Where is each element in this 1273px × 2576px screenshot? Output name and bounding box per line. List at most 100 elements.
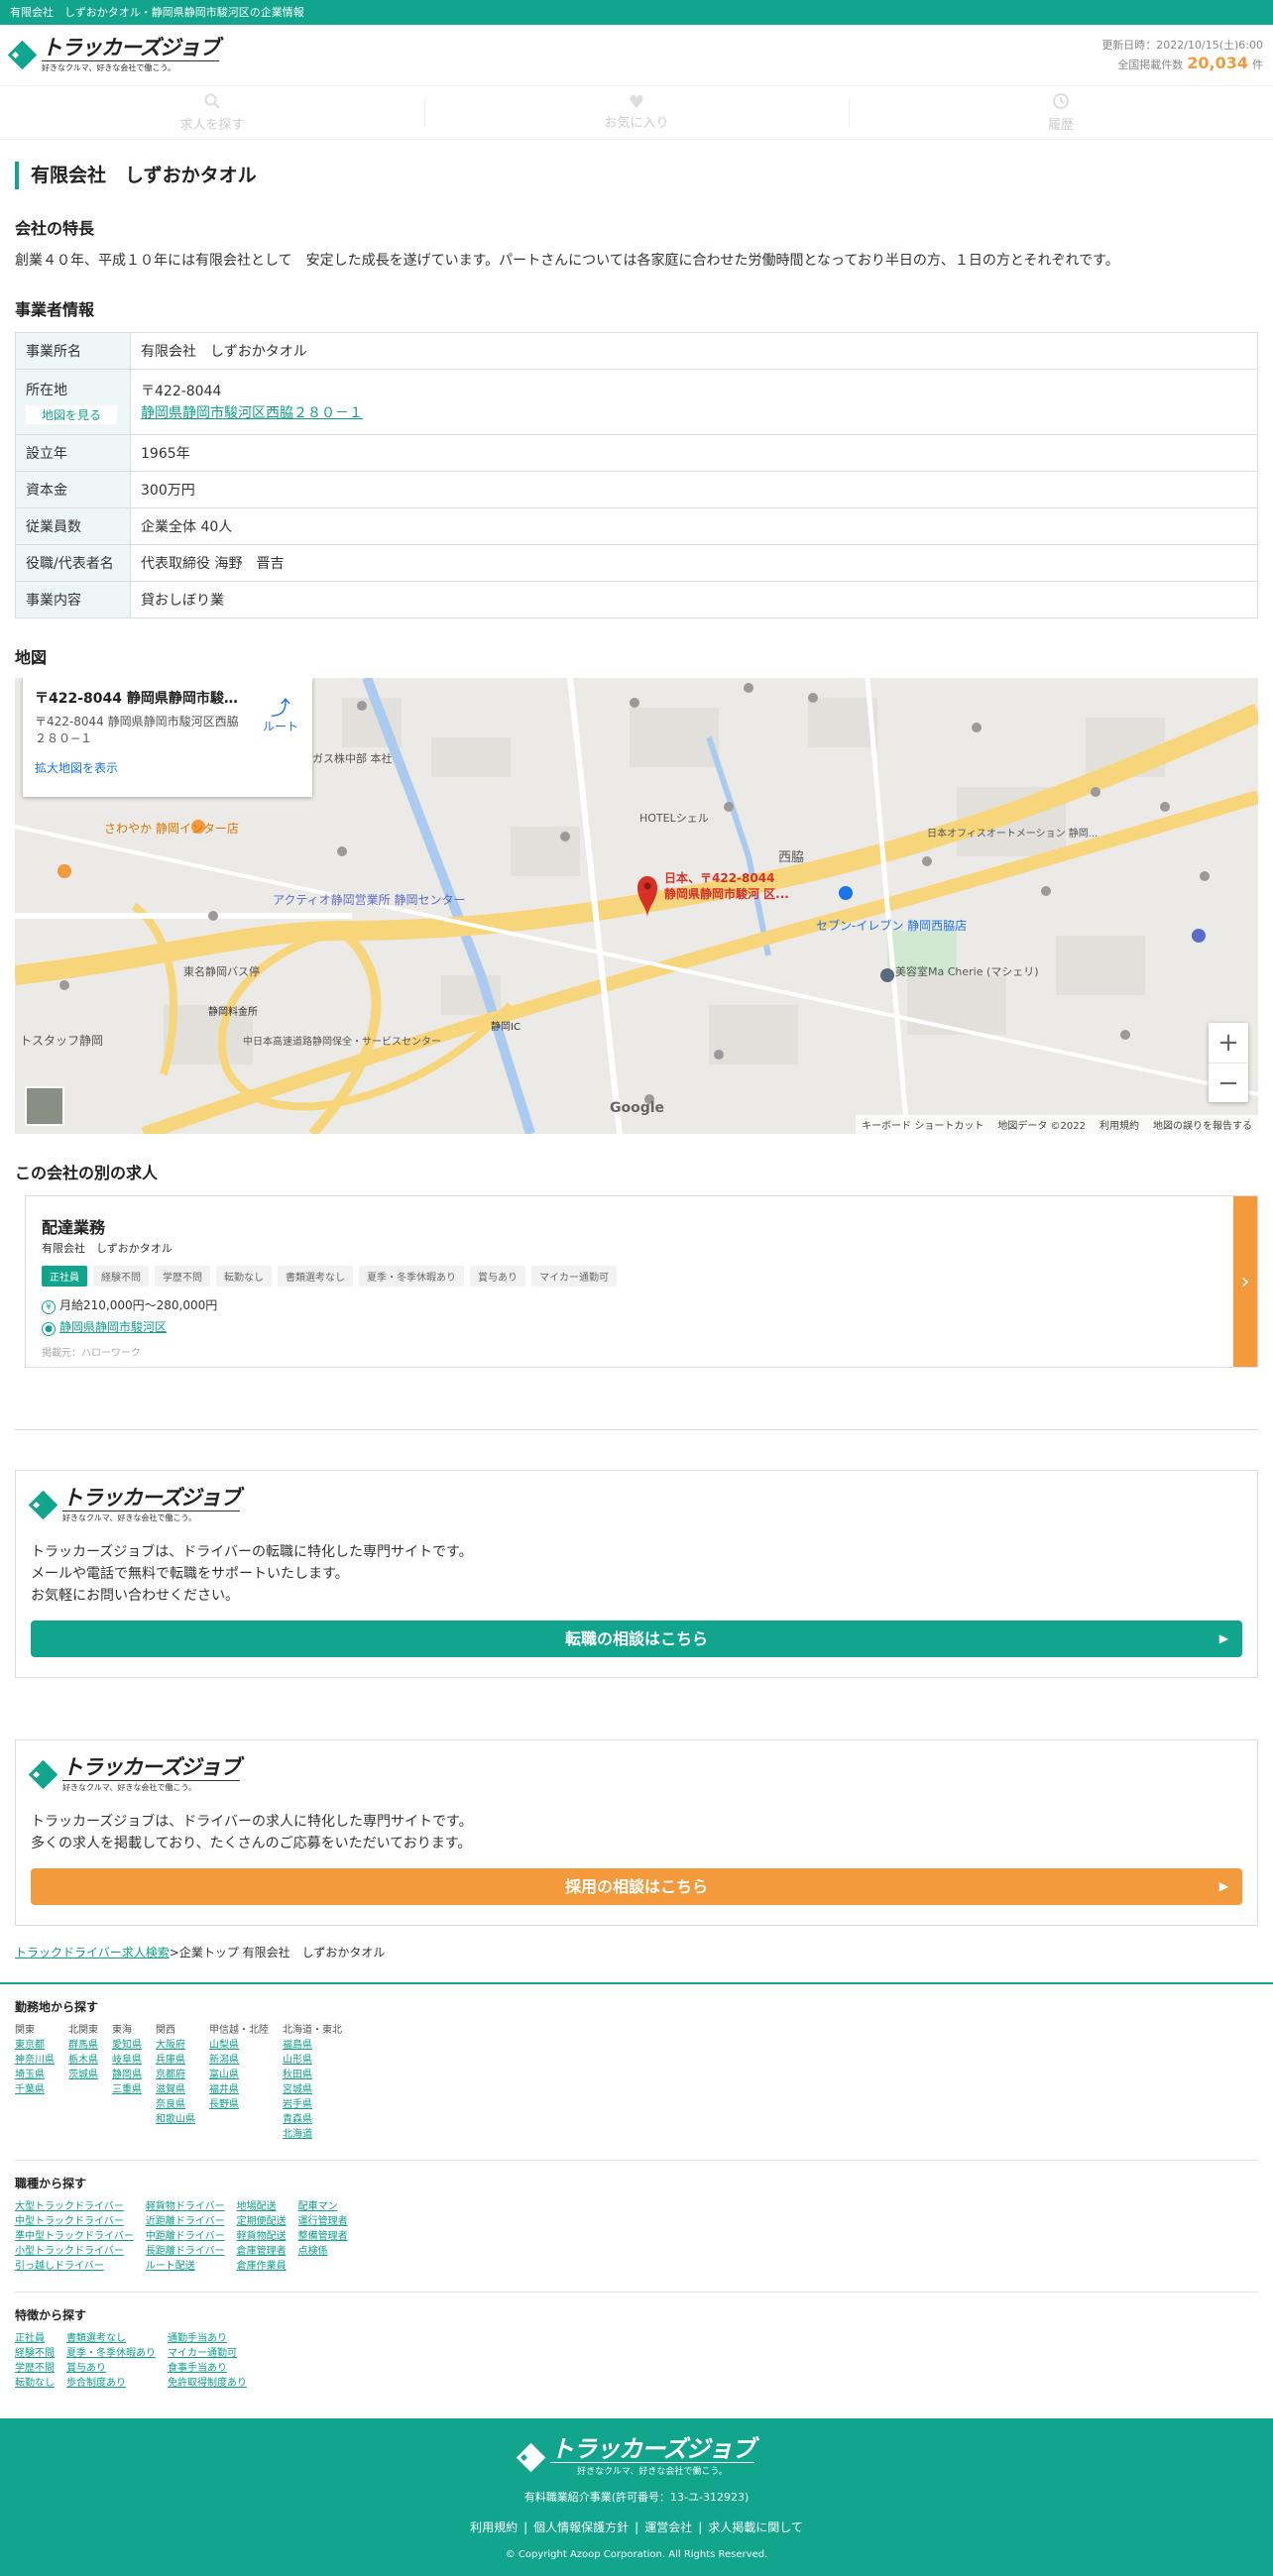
region-link[interactable]: 大阪府 — [156, 2038, 195, 2053]
feature-link[interactable]: 書類選考なし — [66, 2331, 156, 2346]
footer-company-link[interactable]: 運営会社 — [629, 2520, 692, 2534]
region-link[interactable]: 岩手県 — [283, 2097, 342, 2112]
job-type-link[interactable]: 運行管理者 — [298, 2214, 348, 2229]
map-type-thumbnail[interactable] — [25, 1086, 64, 1126]
map-report-link[interactable]: 地図の誤りを報告する — [1153, 1117, 1252, 1132]
job-tag: 正社員 — [42, 1266, 87, 1287]
job-type-link[interactable]: 中型トラックドライバー — [15, 2214, 134, 2229]
region-link[interactable]: 秋田県 — [283, 2068, 342, 2082]
route-button[interactable]: ⤴ ルート — [263, 698, 298, 734]
region-link[interactable]: 群馬県 — [68, 2038, 98, 2053]
job-card[interactable]: 配達業務 有限会社 しずおかタオル 正社員 経験不問 学歴不問 転勤なし 書類選… — [25, 1195, 1258, 1368]
feature-link[interactable]: 歩合制度あり — [66, 2376, 156, 2391]
zoom-in-button[interactable]: + — [1209, 1023, 1248, 1063]
nav-history[interactable]: 履歴 — [849, 86, 1273, 139]
region-link[interactable]: 埼玉県 — [15, 2068, 55, 2082]
map-terms-link[interactable]: 利用規約 — [1099, 1117, 1139, 1132]
feature-link[interactable]: 通勤手当あり — [168, 2331, 247, 2346]
job-tag: マイカー通勤可 — [531, 1266, 617, 1287]
feature-link[interactable]: マイカー通勤可 — [168, 2346, 247, 2361]
career-consult-button[interactable]: 転職の相談はこちら ▶ — [31, 1621, 1242, 1657]
region-link[interactable]: 栃木県 — [68, 2053, 98, 2068]
region-link[interactable]: 宮城県 — [283, 2082, 342, 2097]
page-title: 有限会社 しずおかタオル — [15, 162, 1258, 189]
feature-link[interactable]: 正社員 — [15, 2331, 55, 2346]
region-link[interactable]: 和歌山県 — [156, 2112, 195, 2127]
site-logo[interactable]: トラッカーズジョブ 好きなクルマ、好きな会社で働こう。 — [7, 37, 220, 73]
job-location-link[interactable]: 静岡県静岡市駿河区 — [59, 1320, 167, 1334]
region-link[interactable]: 神奈川県 — [15, 2053, 55, 2068]
job-type-link[interactable]: 定期便配送 — [237, 2214, 287, 2229]
job-type-link[interactable]: 軽貨物配送 — [237, 2229, 287, 2244]
region-link[interactable]: 岐阜県 — [112, 2053, 142, 2068]
job-type-link[interactable]: 整備管理者 — [298, 2229, 348, 2244]
footer-logo[interactable]: トラッカーズジョブ 好きなクルマ、好きな会社で働こう。 — [0, 2437, 1273, 2477]
count-label: 全国掲載件数 — [1117, 57, 1184, 71]
job-type-link[interactable]: 長距離ドライバー — [146, 2244, 225, 2259]
region-link[interactable]: 千葉県 — [15, 2082, 55, 2097]
address-link[interactable]: 静岡県静岡市駿河区西脇２８０－１ — [141, 405, 363, 421]
region-link[interactable]: 新潟県 — [209, 2053, 269, 2068]
region-link[interactable]: 愛知県 — [112, 2038, 142, 2053]
map-shortcuts-link[interactable]: キーボード ショートカット — [862, 1117, 984, 1132]
feature-link[interactable]: 経験不問 — [15, 2346, 55, 2361]
footer-privacy-link[interactable]: 個人情報保護方針 — [518, 2520, 629, 2534]
job-type-link[interactable]: 軽貨物ドライバー — [146, 2199, 225, 2214]
region-link[interactable]: 茨城県 — [68, 2068, 98, 2082]
region-link[interactable]: 東京都 — [15, 2038, 55, 2053]
other-jobs-heading: この会社の別の求人 — [15, 1164, 159, 1182]
breadcrumb-home-link[interactable]: トラックドライバー求人検索 — [15, 1946, 170, 1960]
footer-listing-link[interactable]: 求人掲載に関して — [692, 2520, 803, 2534]
google-map[interactable]: さわやか 静岡インター店 アクティオ静岡営業所 静岡センター 東名静岡バス停 静… — [15, 678, 1258, 1134]
feature-link[interactable]: 転勤なし — [15, 2376, 55, 2391]
heart-icon: ♥ — [628, 92, 645, 113]
recruit-consult-button[interactable]: 採用の相談はこちら ▶ — [31, 1868, 1242, 1905]
job-type-link[interactable]: 引っ越しドライバー — [15, 2259, 134, 2274]
region-link[interactable]: 青森県 — [283, 2112, 342, 2127]
job-type-link[interactable]: 倉庫管理者 — [237, 2244, 287, 2259]
larger-map-link[interactable]: 拡大地図を表示 — [35, 759, 300, 776]
region-link[interactable]: 福島県 — [283, 2038, 342, 2053]
job-type-link[interactable]: 中距離ドライバー — [146, 2229, 225, 2244]
map-place-4: 静岡料金所 — [208, 1005, 258, 1018]
logo-name: トラッカーズジョブ — [62, 1755, 241, 1779]
logo-tagline: 好きなクルマ、好きな会社で働こう。 — [550, 2462, 754, 2477]
region-link[interactable]: 富山県 — [209, 2068, 269, 2082]
region-link[interactable]: 北海道 — [283, 2127, 342, 2142]
region-link[interactable]: 兵庫県 — [156, 2053, 195, 2068]
job-type-link[interactable]: 地場配送 — [237, 2199, 287, 2214]
job-type-link[interactable]: 準中型トラックドライバー — [15, 2229, 134, 2244]
nav-search-jobs[interactable]: 求人を探す — [0, 86, 424, 139]
feature-col: 書類選考なし 夏季・冬季休暇あり 賞与あり 歩合制度あり — [66, 2331, 156, 2391]
job-type-link[interactable]: ルート配送 — [146, 2259, 225, 2274]
region-link[interactable]: 京都府 — [156, 2068, 195, 2082]
footer-terms-link[interactable]: 利用規約 — [470, 2520, 518, 2534]
job-type-link[interactable]: 倉庫作業員 — [237, 2259, 287, 2274]
job-type-link[interactable]: 大型トラックドライバー — [15, 2199, 134, 2214]
region-link[interactable]: 福井県 — [209, 2082, 269, 2097]
region-link[interactable]: 山形県 — [283, 2053, 342, 2068]
region-link[interactable]: 山梨県 — [209, 2038, 269, 2053]
map-place-1: さわやか 静岡インター店 — [104, 822, 239, 836]
region-link[interactable]: 長野県 — [209, 2097, 269, 2112]
job-type-link[interactable]: 点検係 — [298, 2244, 348, 2259]
region-link[interactable]: 奈良県 — [156, 2097, 195, 2112]
job-type-col: 大型トラックドライバー 中型トラックドライバー 準中型トラックドライバー 小型ト… — [15, 2199, 134, 2274]
region-link[interactable]: 滋賀県 — [156, 2082, 195, 2097]
feature-link[interactable]: 食事手当あり — [168, 2361, 247, 2376]
region-kanto: 関東 東京都 神奈川県 埼玉県 千葉県 — [15, 2023, 55, 2142]
zoom-out-button[interactable]: − — [1209, 1063, 1248, 1102]
feature-link[interactable]: 夏季・冬季休暇あり — [66, 2346, 156, 2361]
feature-link[interactable]: 学歴不問 — [15, 2361, 55, 2376]
job-type-link[interactable]: 近距離ドライバー — [146, 2214, 225, 2229]
job-type-link[interactable]: 小型トラックドライバー — [15, 2244, 134, 2259]
logo-tagline: 好きなクルマ、好きな会社で働こう。 — [42, 60, 219, 73]
region-link[interactable]: 静岡県 — [112, 2068, 142, 2082]
job-card-arrow[interactable]: › — [1233, 1196, 1257, 1367]
feature-link[interactable]: 賞与あり — [66, 2361, 156, 2376]
region-link[interactable]: 三重県 — [112, 2082, 142, 2097]
job-type-link[interactable]: 配車マン — [298, 2199, 348, 2214]
feature-link[interactable]: 免許取得制度あり — [168, 2376, 247, 2391]
nav-favorites[interactable]: ♥ お気に入り — [424, 86, 849, 139]
view-map-button[interactable]: 地図を見る — [26, 405, 118, 424]
